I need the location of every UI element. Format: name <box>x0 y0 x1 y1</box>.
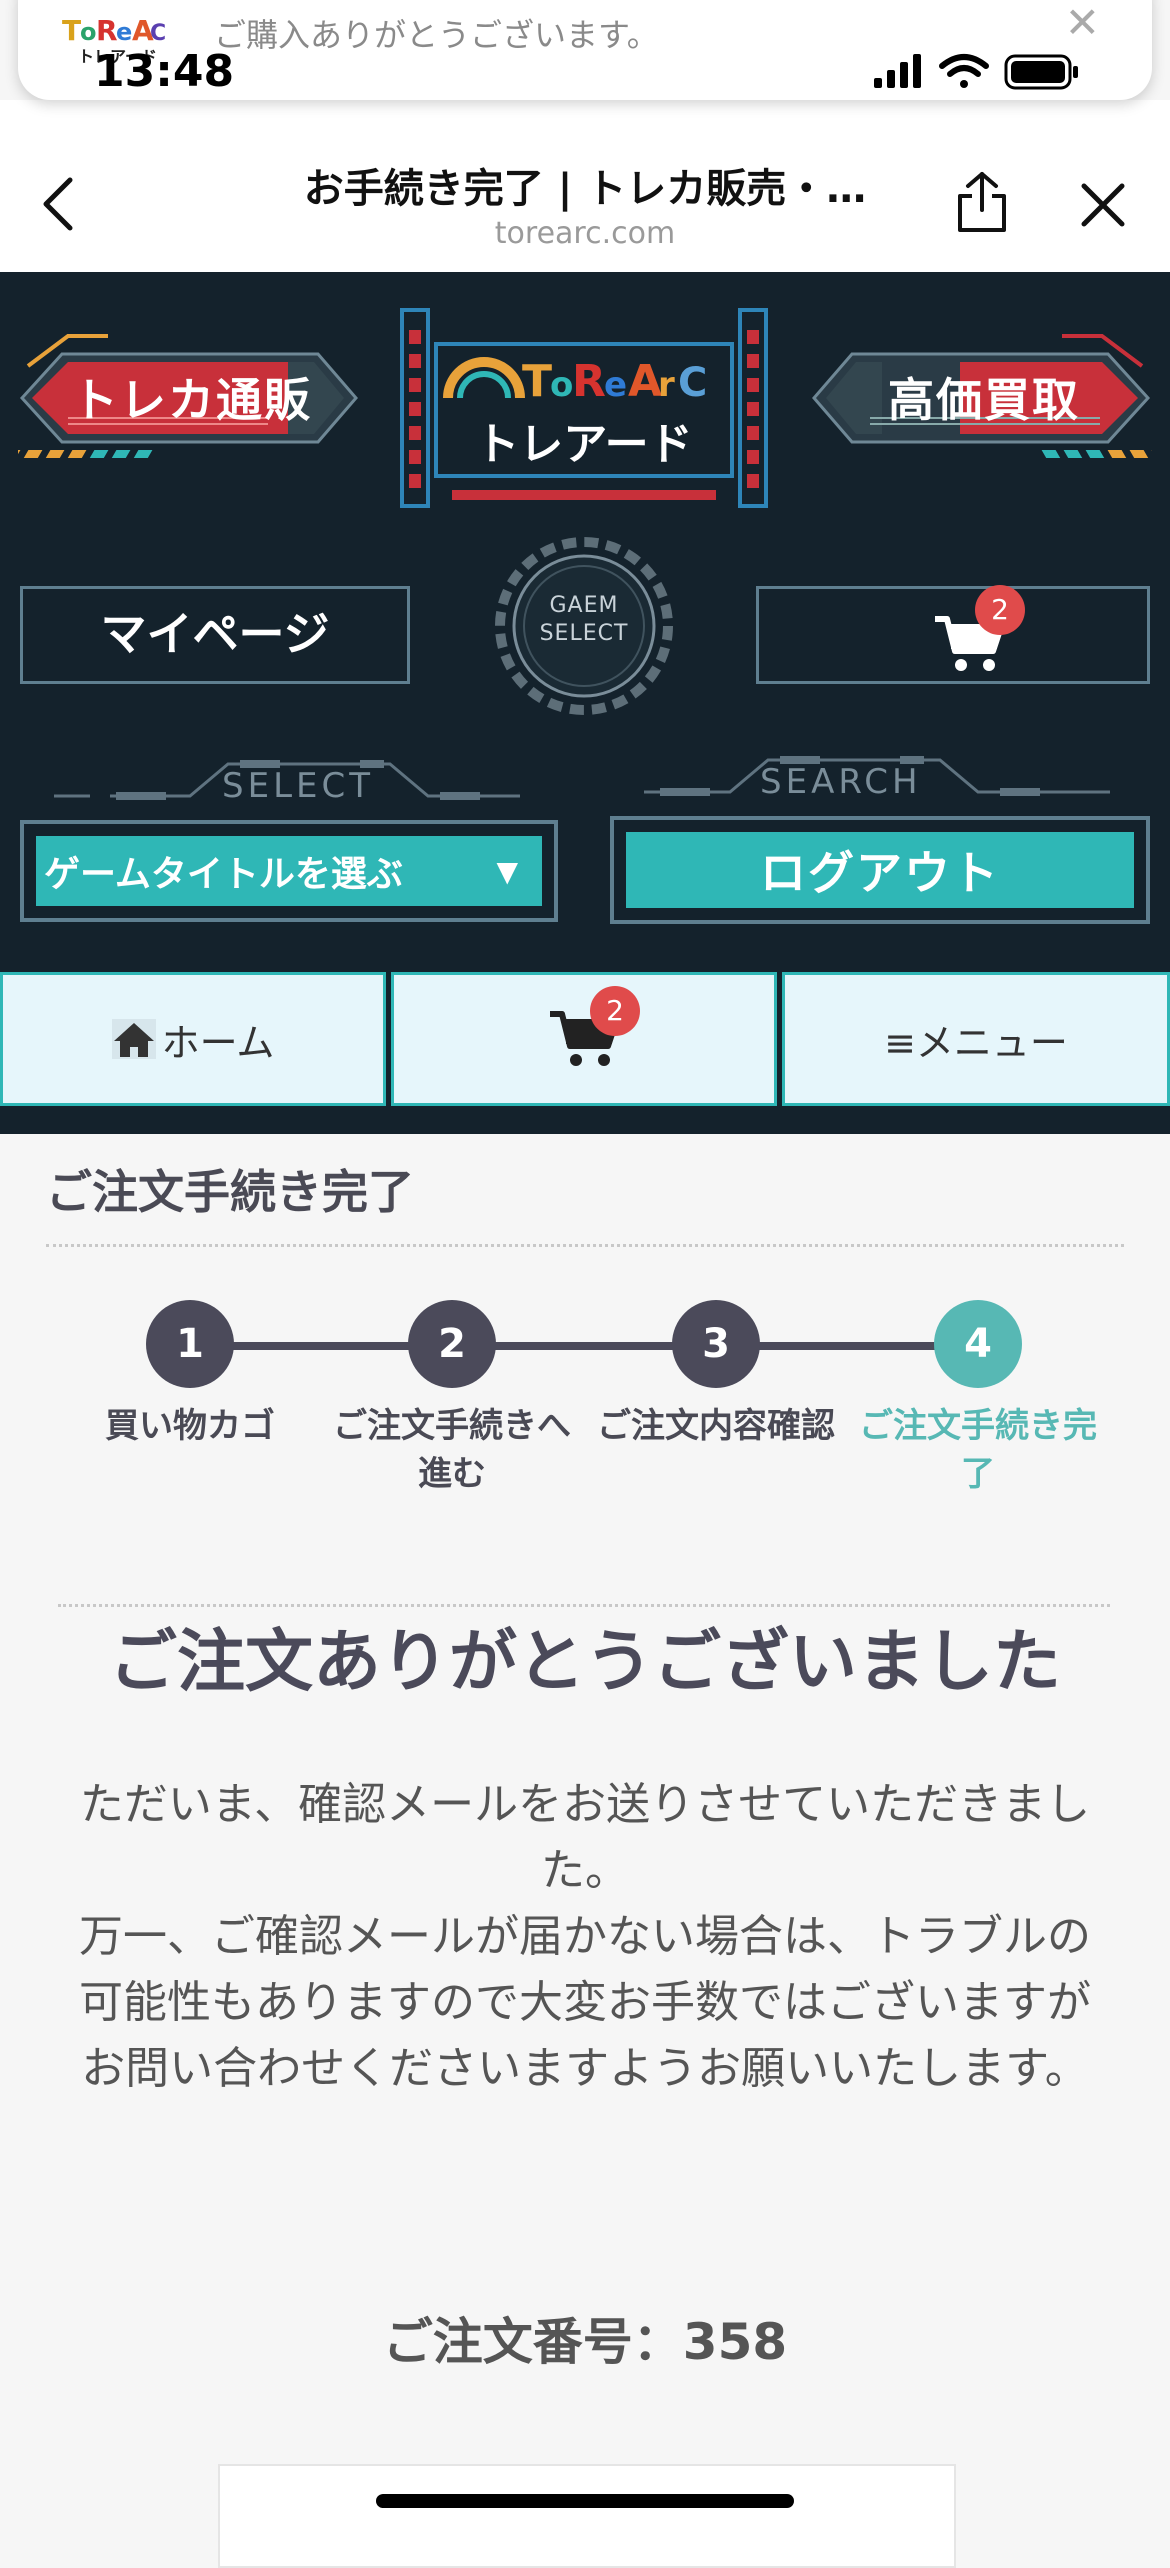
nav-menu-tab[interactable]: ≡メニュー <box>782 972 1170 1106</box>
svg-text:C: C <box>678 360 707 406</box>
step-3-circle: 3 <box>672 1300 760 1388</box>
step-4-circle: 4 <box>934 1300 1022 1388</box>
step-2-circle: 2 <box>408 1300 496 1388</box>
svg-text:A: A <box>628 356 662 407</box>
site-logo[interactable]: T o R e A r C トレアード <box>392 300 776 516</box>
svg-text:C: C <box>150 21 166 46</box>
home-icon <box>112 1019 156 1059</box>
buyback-banner-button[interactable]: 高価買取 <box>810 326 1152 466</box>
search-decoration: SEARCH <box>640 750 1120 810</box>
order-complete-content: ご注文手続き完了 1 2 3 4 買い物カゴ ご注文手続きへ進む ご注文内容確認… <box>0 1134 1170 2532</box>
browser-header: お手続き完了 | トレカ販売・… torearc.com <box>0 100 1170 272</box>
shop-banner-label: トレカ通販 <box>72 364 312 430</box>
nav-menu-label: ≡メニュー <box>884 1012 1068 1067</box>
cart-badge: 2 <box>975 585 1025 635</box>
dropdown-triangle-icon: ▼ <box>496 855 518 888</box>
browser-page-title: お手続き完了 | トレカ販売・… <box>200 156 970 214</box>
thanks-heading: ご注文ありがとうございました <box>0 1606 1170 1705</box>
game-title-select-label: ゲームタイトルを選ぶ <box>44 845 403 897</box>
shop-banner-button[interactable]: トレカ通販 <box>18 326 360 466</box>
game-select-button[interactable]: GAEM SELECT <box>492 534 676 718</box>
nav-cart-tab[interactable]: 2 <box>391 972 777 1106</box>
nav-bar: ホーム 2 ≡メニュー <box>0 968 1170 1110</box>
svg-text:R: R <box>96 14 118 47</box>
bottom-card <box>218 2464 956 2568</box>
select-deco-label: SELECT <box>222 766 374 806</box>
wifi-icon <box>942 57 986 88</box>
order-number: ご注文番号：358 <box>0 2302 1170 2374</box>
select-decoration: SELECT <box>50 754 530 814</box>
step-2-label: ご注文手続きへ進む <box>317 1402 587 1498</box>
search-deco-label: SEARCH <box>760 762 922 802</box>
site-logo-subtitle: トレアード <box>392 408 776 472</box>
nav-cart-badge: 2 <box>590 986 640 1036</box>
svg-text:e: e <box>604 365 627 405</box>
game-select-line1: GAEM <box>492 592 676 620</box>
browser-host[interactable]: torearc.com <box>200 216 970 251</box>
svg-text:T: T <box>522 356 552 407</box>
svg-text:R: R <box>572 356 606 407</box>
svg-text:T: T <box>62 14 81 47</box>
svg-text:e: e <box>116 18 132 46</box>
game-title-select[interactable]: ゲームタイトルを選ぶ ▼ <box>20 820 558 922</box>
section-divider <box>46 1244 1124 1247</box>
signal-icon <box>874 54 921 88</box>
section-title: ご注文手続き完了 <box>46 1156 414 1222</box>
logout-button[interactable]: ログアウト <box>610 816 1150 924</box>
step-progress-line <box>190 1342 980 1350</box>
step-4-label: ご注文手続き完了 <box>843 1402 1113 1498</box>
back-chevron-icon[interactable] <box>40 176 74 236</box>
notification-close-icon[interactable]: ✕ <box>1065 0 1100 47</box>
mypage-button[interactable]: マイページ <box>20 586 410 684</box>
battery-icon <box>1006 56 1078 88</box>
nav-home-tab[interactable]: ホーム <box>0 972 386 1106</box>
status-icons <box>874 52 1114 96</box>
close-icon[interactable] <box>1080 182 1126 232</box>
svg-text:r: r <box>658 365 675 405</box>
nav-home-label: ホーム <box>162 1012 275 1067</box>
logout-label: ログアウト <box>626 832 1134 908</box>
svg-text:o: o <box>550 365 573 405</box>
step-3-label: ご注文内容確認 <box>581 1402 851 1450</box>
home-indicator[interactable] <box>376 2494 794 2508</box>
status-time: 13:48 <box>94 46 234 97</box>
notification-message: ご購入ありがとうございます。 <box>214 10 659 56</box>
step-1-circle: 1 <box>146 1300 234 1388</box>
header-cart-button[interactable]: 2 <box>756 586 1150 684</box>
share-icon[interactable] <box>954 170 1010 238</box>
confirmation-message: ただいま、確認メールをお送りさせていただきました。 万一、ご確認メールが届かない… <box>70 1772 1100 2102</box>
game-select-line2: SELECT <box>492 620 676 648</box>
svg-text:o: o <box>80 18 97 46</box>
buyback-banner-label: 高価買取 <box>888 364 1080 430</box>
step-1-label: 買い物カゴ <box>55 1402 325 1450</box>
